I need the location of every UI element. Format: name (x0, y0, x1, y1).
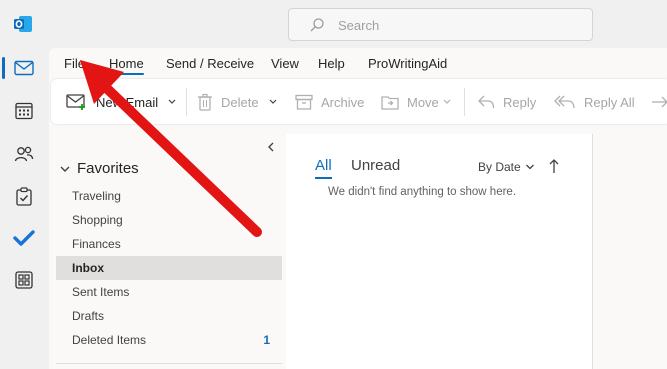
tab-home[interactable]: Home (109, 56, 144, 75)
folder-inbox[interactable]: Inbox (56, 256, 282, 280)
mail-icon (14, 60, 34, 76)
ribbon-divider (186, 88, 187, 116)
folder-label: Finances (72, 237, 121, 251)
apps-grid-icon (15, 271, 33, 289)
folder-pane-divider (56, 363, 282, 364)
tab-send-receive[interactable]: Send / Receive (166, 56, 254, 71)
ribbon-divider (464, 88, 465, 116)
archive-label: Archive (321, 94, 365, 110)
reply-all-label: Reply All (584, 94, 635, 110)
move-folder-icon (381, 96, 399, 110)
reply-label: Reply (503, 94, 537, 110)
folder-finances[interactable]: Finances (56, 232, 282, 256)
folder-label: Drafts (72, 309, 105, 323)
chevron-down-icon[interactable] (443, 99, 451, 105)
favorites-header[interactable]: Favorites (59, 160, 139, 177)
todo-check-icon (13, 230, 35, 246)
reply-all-button[interactable]: Reply All (554, 91, 635, 113)
forward-button[interactable] (651, 91, 667, 113)
search-placeholder: Search (338, 18, 380, 33)
calendar-icon (15, 102, 33, 120)
forward-arrow-icon (652, 96, 667, 108)
ribbon-toolbar: New Email Delete Archive Move Reply Repl… (51, 79, 667, 124)
sort-by-label: By Date (478, 160, 521, 174)
new-email-icon (66, 94, 85, 110)
reply-all-icon (554, 95, 575, 109)
new-email-button[interactable]: New Email (66, 91, 176, 113)
search-icon (310, 18, 324, 32)
move-button[interactable]: Move (381, 91, 451, 113)
folder-label: Traveling (72, 189, 121, 203)
folder-pane: Favorites Traveling Shopping Finances In… (49, 134, 285, 369)
search-box[interactable]: Search (288, 8, 593, 41)
tab-prowritingaid[interactable]: ProWritingAid (368, 56, 447, 71)
folder-label: Inbox (72, 261, 104, 275)
reply-icon (478, 95, 495, 109)
rail-todo[interactable] (4, 220, 44, 256)
rail-mail[interactable] (2, 50, 44, 86)
people-icon (14, 146, 34, 162)
folder-drafts[interactable]: Drafts (56, 304, 282, 328)
folder-label: Sent Items (72, 285, 130, 299)
folder-label: Deleted Items (72, 333, 147, 347)
delete-label: Delete (221, 94, 259, 110)
rail-people[interactable] (4, 136, 44, 172)
folder-label: Shopping (72, 213, 123, 227)
folder-deleted-items[interactable]: Deleted Items 1 (56, 328, 282, 352)
clipboard-check-icon (16, 186, 32, 206)
trash-icon (198, 93, 212, 111)
unread-count-badge: 1 (263, 333, 270, 347)
new-email-label: New Email (96, 94, 159, 110)
archive-icon (295, 94, 313, 110)
empty-list-message: We didn't find anything to show here. (328, 186, 517, 198)
archive-button[interactable]: Archive (295, 91, 364, 113)
rail-tasks[interactable] (4, 178, 44, 214)
chevron-down-icon (60, 166, 70, 172)
chevron-down-icon[interactable] (269, 99, 277, 105)
menu-tabs: File Home Send / Receive View Help ProWr… (49, 48, 667, 78)
filter-tab-all[interactable]: All (315, 157, 332, 179)
rail-more-apps[interactable] (4, 262, 44, 298)
chevron-down-icon (525, 164, 534, 170)
tab-help[interactable]: Help (318, 56, 345, 71)
folder-traveling[interactable]: Traveling (56, 184, 282, 208)
rail-calendar[interactable] (4, 93, 44, 129)
filter-tab-unread[interactable]: Unread (351, 157, 400, 174)
outlook-logo-icon[interactable] (13, 14, 33, 34)
main-content: File Home Send / Receive View Help ProWr… (49, 48, 667, 369)
tab-file[interactable]: File (64, 56, 85, 71)
move-label: Move (407, 94, 439, 110)
title-bar: Search (0, 0, 667, 48)
sort-direction-arrow-icon[interactable] (548, 158, 560, 174)
chevron-down-icon[interactable] (168, 99, 176, 105)
reply-button[interactable]: Reply (477, 91, 536, 113)
favorites-label: Favorites (77, 160, 139, 177)
delete-button[interactable]: Delete (197, 91, 277, 113)
folder-shopping[interactable]: Shopping (56, 208, 282, 232)
sort-by-dropdown[interactable]: By Date (478, 160, 535, 174)
reading-pane (594, 134, 667, 369)
app-rail (0, 48, 48, 369)
tab-view[interactable]: View (271, 56, 299, 71)
folder-sent-items[interactable]: Sent Items (56, 280, 282, 304)
message-list-pane: All Unread By Date We didn't find anythi… (286, 134, 593, 369)
collapse-pane-icon[interactable] (267, 142, 275, 152)
